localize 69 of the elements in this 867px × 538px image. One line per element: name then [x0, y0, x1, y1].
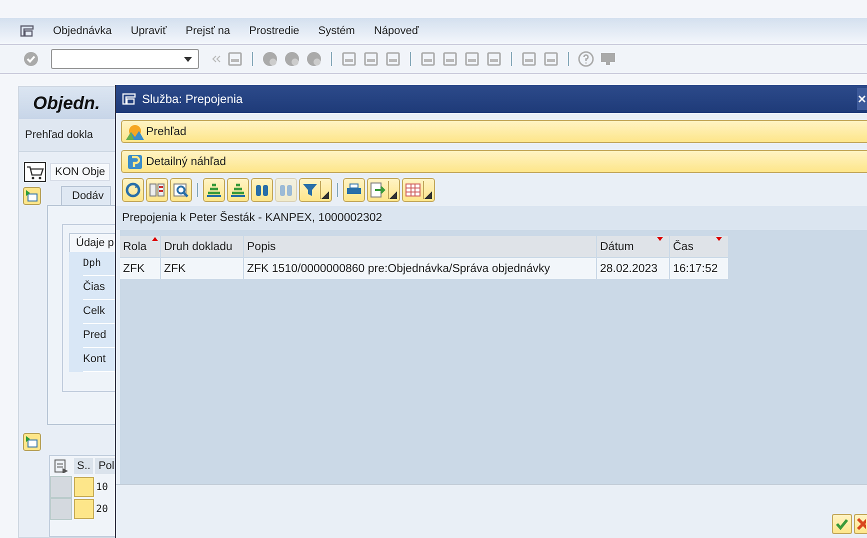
overview-button[interactable]: Prehľad dokla [25, 129, 94, 141]
table-cell: ZFK 1510/0000000860 pre:Objednávka/Správa objednávky [244, 258, 596, 279]
menu-item[interactable]: Nápoveď [374, 25, 419, 37]
column-header[interactable]: Čas [670, 236, 728, 257]
grid-layout-button[interactable] [402, 178, 435, 202]
menu-item[interactable]: Objednávka [53, 25, 112, 37]
refresh-button[interactable] [122, 178, 144, 202]
menu-item[interactable]: Systém [318, 25, 355, 37]
overview-button[interactable]: Prehľad [121, 120, 867, 143]
filter-icon [302, 182, 318, 198]
columns-icon [149, 182, 165, 198]
cart-icon[interactable] [24, 162, 46, 182]
close-button[interactable] [857, 88, 867, 110]
help-icon[interactable] [578, 51, 594, 67]
details-icon [173, 182, 189, 198]
column-header[interactable]: Pol [95, 458, 118, 474]
monitor-icon[interactable] [600, 51, 616, 67]
table-cell: ZFK [120, 258, 160, 279]
table-settings-icon[interactable] [54, 459, 68, 473]
table-cell: 28.02.2023 [597, 258, 669, 279]
dialog-title: Služba: Prepojenia [142, 92, 244, 106]
cancel-button[interactable] [854, 514, 867, 534]
column-header[interactable]: Dátum [597, 236, 669, 257]
window-icon [122, 93, 136, 105]
document-type-field[interactable]: KON Obje [50, 163, 110, 181]
status-cell [74, 477, 94, 497]
list-heading: Prepojenia k Peter Šesták - KANPEX, 1000002302 [116, 206, 867, 230]
filter-button[interactable] [299, 178, 332, 202]
menu-item[interactable]: Prostredie [249, 25, 300, 37]
export-icon [370, 182, 386, 198]
column-header[interactable]: Rola [120, 236, 160, 257]
refresh-icon [125, 182, 141, 198]
menu-icon[interactable] [20, 25, 34, 37]
menu-item[interactable]: Prejsť na [186, 25, 230, 37]
close-icon[interactable] [858, 95, 866, 103]
sort-ascending-icon [206, 182, 222, 198]
cancel-icon [856, 517, 866, 531]
checkmark-icon [835, 517, 849, 531]
tab[interactable]: Dodáv [61, 186, 111, 205]
grid-layout-icon [405, 182, 421, 198]
table-cell: ZFK [161, 258, 243, 279]
export-button[interactable] [367, 178, 400, 202]
command-field[interactable] [51, 49, 199, 69]
sort-descending-button[interactable] [227, 178, 249, 202]
column-header[interactable]: Popis [244, 236, 596, 257]
check-circle-icon[interactable] [23, 51, 39, 67]
columns-button[interactable] [146, 178, 168, 202]
print-button[interactable] [343, 178, 365, 202]
expand-panel-icon[interactable] [23, 187, 41, 205]
expand-panel-icon[interactable] [23, 433, 41, 451]
column-header[interactable]: Druh dokladu [161, 236, 243, 257]
table-cell: 20 [96, 504, 108, 514]
binoculars-icon [254, 182, 270, 198]
sort-descending-icon [230, 182, 246, 198]
mountain-icon [126, 124, 144, 140]
status-cell [74, 499, 94, 519]
caret-icon[interactable] [184, 56, 192, 62]
table-cell: 16:17:52 [670, 258, 728, 279]
details-button[interactable] [170, 178, 192, 202]
screen-title: Objedn. [33, 92, 100, 114]
binoculars-button[interactable] [251, 178, 273, 202]
confirm-button[interactable] [832, 514, 852, 534]
column-header[interactable]: S.. [74, 458, 94, 474]
document-link-icon [126, 154, 144, 170]
binoculars-plus-icon [278, 182, 294, 198]
sort-ascending-button[interactable] [203, 178, 225, 202]
detail-view-button[interactable]: Detailný náhľad [121, 150, 867, 173]
menu-item[interactable]: Upraviť [130, 25, 167, 37]
table-cell: 10 [96, 482, 108, 492]
